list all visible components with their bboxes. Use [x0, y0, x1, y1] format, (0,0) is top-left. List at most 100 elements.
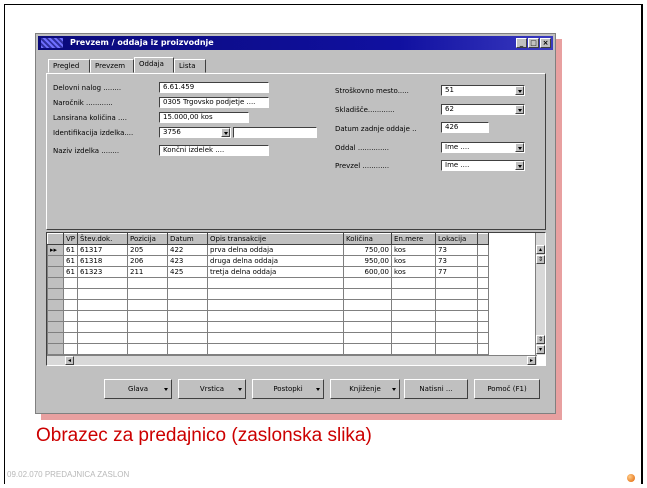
warehouse-dropdown-icon[interactable] — [515, 105, 524, 114]
bullet-dot-icon — [627, 474, 635, 482]
empty-row[interactable] — [47, 288, 490, 300]
empty-row[interactable] — [47, 332, 490, 344]
scroll-page-icon[interactable]: ⇕ — [536, 255, 545, 264]
handed-by-dropdown-icon[interactable] — [515, 143, 524, 152]
warehouse-field[interactable]: 62 — [441, 104, 525, 115]
cell-description[interactable]: prva delna oddaja — [207, 244, 345, 256]
cell-vp[interactable]: 61 — [62, 266, 79, 278]
product-id-dropdown-icon[interactable] — [221, 128, 230, 137]
close-button[interactable]: × — [540, 38, 551, 48]
cell-description[interactable]: tretja delna oddaja — [207, 266, 345, 278]
empty-row[interactable] — [47, 277, 490, 289]
cell-quantity[interactable]: 600,00 — [343, 266, 393, 278]
col-location[interactable]: Lokacija — [435, 233, 479, 245]
product-id-label: Identifikacija izdelka.... — [53, 129, 134, 137]
cell-doc-number[interactable]: 61318 — [77, 255, 129, 267]
scroll-up-icon[interactable]: ▴ — [536, 245, 545, 254]
header-button[interactable]: Glava — [104, 379, 172, 399]
tab-oddaja[interactable]: Oddaja — [134, 57, 174, 73]
empty-row[interactable] — [47, 343, 490, 355]
cell-quantity[interactable]: 750,00 — [343, 244, 393, 256]
product-name-label: Naziv izdelka ........ — [53, 147, 120, 155]
launched-qty-label: Lansirana količina .... — [53, 114, 127, 122]
cell-unit[interactable]: kos — [391, 255, 437, 267]
empty-row[interactable] — [47, 299, 490, 311]
product-name-field[interactable]: Končni izdelek .... — [159, 145, 269, 156]
col-filler — [477, 233, 490, 245]
slide-caption: Obrazec za predajnico (zaslonska slika) — [36, 425, 372, 446]
tab-pregled[interactable]: Pregled — [48, 59, 90, 73]
procedures-button[interactable]: Postopki — [252, 379, 324, 399]
col-quantity[interactable]: Količina — [343, 233, 393, 245]
received-by-label: Prevzel ............ — [335, 162, 390, 170]
cell-quantity[interactable]: 950,00 — [343, 255, 393, 267]
table-row[interactable]: 61 61318 206 423 druga delna oddaja 950,… — [47, 255, 490, 267]
scroll-left-icon[interactable]: ◂ — [65, 356, 74, 365]
chevron-down-icon — [392, 388, 396, 391]
print-button[interactable]: Natisni ... — [404, 379, 468, 399]
cell-position[interactable]: 205 — [127, 244, 169, 256]
cell-location[interactable]: 77 — [435, 266, 479, 278]
cell-doc-number[interactable]: 61317 — [77, 244, 129, 256]
received-by-value: Ime .... — [445, 161, 470, 169]
last-delivery-date-label: Datum zadnje oddaje .. — [335, 125, 417, 133]
procedures-button-label: Postopki — [273, 385, 303, 393]
warehouse-value: 62 — [445, 105, 454, 113]
tab-prevzem[interactable]: Prevzem — [90, 59, 134, 73]
posting-button-label: Knjiženje — [349, 385, 381, 393]
cell-date[interactable]: 423 — [167, 255, 209, 267]
received-by-field[interactable]: Ime .... — [441, 160, 525, 171]
scroll-right-icon[interactable]: ▸ — [527, 356, 536, 365]
cell-unit[interactable]: kos — [391, 266, 437, 278]
system-menu-icon[interactable] — [41, 38, 63, 48]
empty-row[interactable] — [47, 310, 490, 322]
cell-date[interactable]: 422 — [167, 244, 209, 256]
handed-by-label: Oddal .............. — [335, 144, 390, 152]
cell-location[interactable]: 73 — [435, 244, 479, 256]
maximize-button[interactable]: □ — [528, 38, 539, 48]
cell-doc-number[interactable]: 61323 — [77, 266, 129, 278]
cost-center-dropdown-icon[interactable] — [515, 86, 524, 95]
cell-date[interactable]: 425 — [167, 266, 209, 278]
customer-field[interactable]: 0305 Trgovsko podjetje .... — [159, 97, 269, 108]
col-vp[interactable]: VP — [62, 233, 79, 245]
title-bar[interactable]: Prevzem / oddaja iz proizvodnje _ □ × — [38, 36, 553, 50]
row-button[interactable]: Vrstica — [178, 379, 246, 399]
launched-qty-field[interactable]: 15.000,00 kos — [159, 112, 249, 123]
scroll-down-icon[interactable]: ▾ — [536, 345, 545, 354]
work-order-field[interactable]: 6.61.459 — [159, 82, 269, 93]
cell-position[interactable]: 206 — [127, 255, 169, 267]
product-id-field[interactable]: 3756 — [159, 127, 231, 138]
work-order-label: Delovni nalog ........ — [53, 84, 122, 92]
col-date[interactable]: Datum — [167, 233, 209, 245]
col-unit[interactable]: En.mere — [391, 233, 437, 245]
cell-position[interactable]: 211 — [127, 266, 169, 278]
cell-vp[interactable]: 61 — [62, 244, 79, 256]
vertical-scrollbar[interactable]: ▴ ⇕ ⇕ ▾ — [535, 233, 545, 355]
cell-unit[interactable]: kos — [391, 244, 437, 256]
tab-lista[interactable]: Lista — [174, 59, 206, 73]
col-description[interactable]: Opis transakcije — [207, 233, 345, 245]
handed-by-field[interactable]: Ime .... — [441, 142, 525, 153]
empty-row[interactable] — [47, 321, 490, 333]
last-delivery-date-field[interactable]: 426 — [441, 122, 489, 133]
cell-vp[interactable]: 61 — [62, 255, 79, 267]
app-window: Prevzem / oddaja iz proizvodnje _ □ × Pr… — [35, 33, 556, 414]
cell-description[interactable]: druga delna oddaja — [207, 255, 345, 267]
posting-button[interactable]: Knjiženje — [330, 379, 400, 399]
cell-location[interactable]: 73 — [435, 255, 479, 267]
received-by-dropdown-icon[interactable] — [515, 161, 524, 170]
scroll-page-down-icon[interactable]: ⇕ — [536, 335, 545, 344]
transactions-grid[interactable]: VP Štev.dok. Pozicija Datum Opis transak… — [46, 232, 546, 366]
chevron-down-icon — [238, 388, 242, 391]
col-position[interactable]: Pozicija — [127, 233, 169, 245]
horizontal-scrollbar[interactable]: ◂ ▸ — [47, 355, 537, 365]
col-doc-number[interactable]: Štev.dok. — [77, 233, 129, 245]
table-row[interactable]: ▸▸ 61 61317 205 422 prva delna oddaja 75… — [47, 244, 490, 256]
table-row[interactable]: 61 61323 211 425 tretja delna oddaja 600… — [47, 266, 490, 278]
product-id-extra-field[interactable] — [233, 127, 317, 138]
help-button[interactable]: Pomoč (F1) — [474, 379, 540, 399]
minimize-button[interactable]: _ — [516, 38, 527, 48]
cost-center-field[interactable]: 51 — [441, 85, 525, 96]
warehouse-label: Skladišče............ — [335, 106, 395, 114]
